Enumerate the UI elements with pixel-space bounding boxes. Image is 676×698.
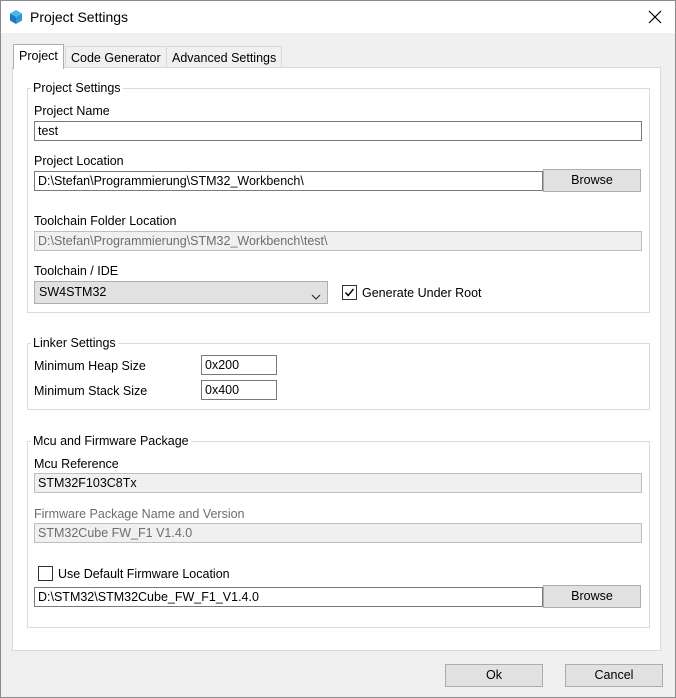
linker-settings-group [27, 343, 650, 410]
firmware-package-field[interactable]: STM32Cube FW_F1 V1.4.0 [34, 523, 642, 543]
browse-project-location-button[interactable]: Browse [543, 169, 641, 192]
group-title-project-settings: Project Settings [31, 81, 123, 95]
close-icon [648, 10, 662, 24]
project-settings-dialog: Project Settings Project Code Generator … [0, 0, 676, 698]
firmware-package-label: Firmware Package Name and Version [34, 507, 245, 521]
heap-size-label: Minimum Heap Size [34, 359, 146, 373]
chevron-down-icon [311, 289, 321, 303]
toolchain-ide-select[interactable]: SW4STM32 [34, 281, 328, 304]
toolchain-folder-label: Toolchain Folder Location [34, 214, 177, 228]
project-name-field[interactable]: test [34, 121, 642, 141]
toolchain-folder-field[interactable]: D:\Stefan\Programmierung\STM32_Workbench… [34, 231, 642, 251]
cancel-button[interactable]: Cancel [565, 664, 663, 687]
checkmark-icon [344, 288, 355, 297]
group-title-mcu-firmware: Mcu and Firmware Package [31, 434, 191, 448]
cube-icon [9, 9, 23, 25]
toolchain-ide-label: Toolchain / IDE [34, 264, 119, 278]
generate-under-root-checkbox[interactable] [342, 285, 357, 300]
project-name-label: Project Name [34, 104, 110, 118]
ok-button[interactable]: Ok [445, 664, 543, 687]
tab-code-generator[interactable]: Code Generator [65, 46, 167, 69]
tab-project[interactable]: Project [13, 44, 64, 69]
heap-size-field[interactable]: 0x200 [201, 355, 277, 375]
generate-under-root-label[interactable]: Generate Under Root [362, 286, 482, 300]
project-location-label: Project Location [34, 154, 124, 168]
title-bar[interactable]: Project Settings [1, 1, 675, 33]
project-location-field[interactable]: D:\Stefan\Programmierung\STM32_Workbench… [34, 171, 543, 191]
group-title-linker-settings: Linker Settings [31, 336, 118, 350]
window-title: Project Settings [30, 9, 129, 25]
tab-panel-project: Project Settings Project Name test Proje… [12, 67, 661, 651]
firmware-location-field[interactable]: D:\STM32\STM32Cube_FW_F1_V1.4.0 [34, 587, 543, 607]
use-default-firmware-label[interactable]: Use Default Firmware Location [58, 567, 230, 581]
use-default-firmware-checkbox[interactable] [38, 566, 53, 581]
mcu-reference-label: Mcu Reference [34, 457, 119, 471]
tab-advanced-settings[interactable]: Advanced Settings [166, 46, 283, 69]
mcu-reference-field[interactable]: STM32F103C8Tx [34, 473, 642, 493]
browse-firmware-location-button[interactable]: Browse [543, 585, 641, 608]
toolchain-ide-value: SW4STM32 [39, 285, 107, 299]
stack-size-label: Minimum Stack Size [34, 384, 148, 398]
stack-size-field[interactable]: 0x400 [201, 380, 277, 400]
close-button[interactable] [633, 1, 676, 33]
